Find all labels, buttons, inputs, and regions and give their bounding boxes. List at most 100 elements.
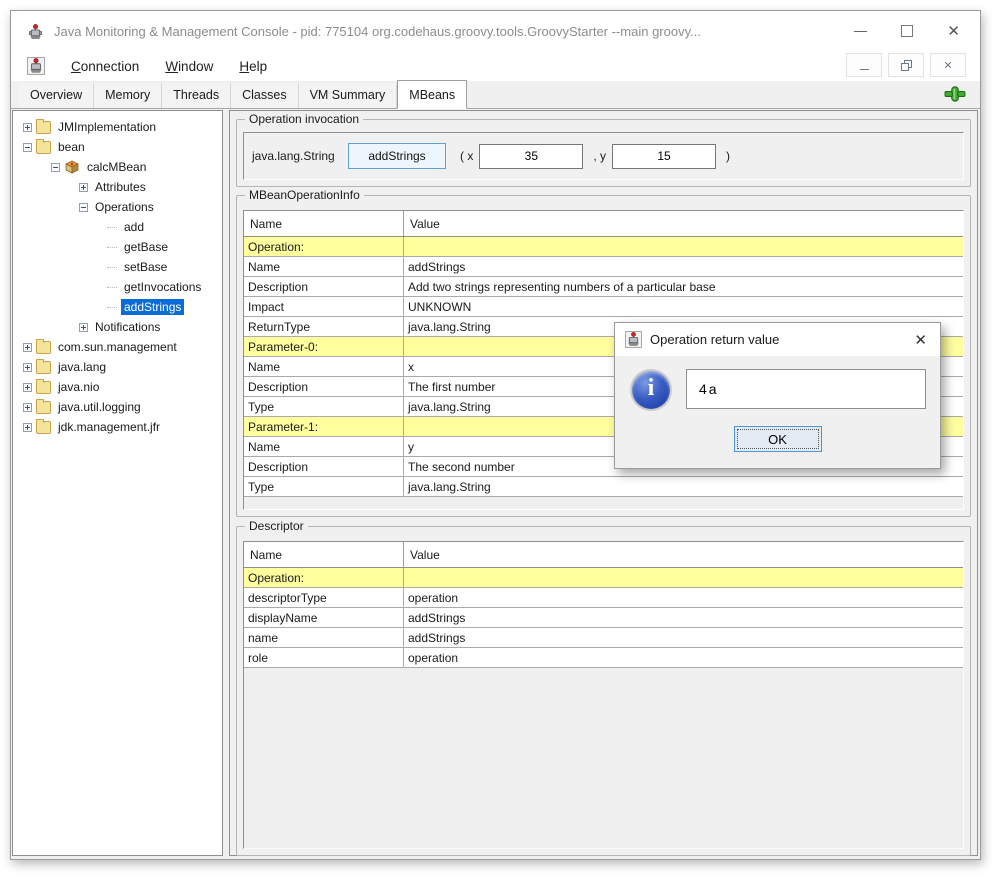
- dialog-title-bar: Operation return value ✕: [615, 323, 940, 356]
- close-icon[interactable]: ✕: [947, 24, 960, 39]
- tree-item-label: getInvocations: [121, 279, 204, 295]
- tree-item-java-nio[interactable]: java.nio: [13, 377, 222, 397]
- tab-threads[interactable]: Threads: [162, 83, 231, 108]
- tree-item-addstrings[interactable]: addStrings: [13, 297, 222, 317]
- tree-item-getbase[interactable]: getBase: [13, 237, 222, 257]
- collapse-icon[interactable]: [23, 143, 32, 152]
- tree-connector: [107, 307, 117, 308]
- tree-item-calcmbean[interactable]: calcMBean: [13, 157, 222, 177]
- cell-name: Type: [244, 397, 404, 416]
- tree-item-com-sun-management[interactable]: com.sun.management: [13, 337, 222, 357]
- tree-item-bean[interactable]: bean: [13, 137, 222, 157]
- cell-value: UNKNOWN: [404, 297, 963, 316]
- table-row[interactable]: Name addStrings: [244, 257, 963, 277]
- inner-close-button[interactable]: ✕: [930, 53, 966, 77]
- tree-connector: [107, 247, 117, 248]
- cell-value: [404, 568, 963, 587]
- column-header-name[interactable]: Name: [244, 542, 404, 567]
- param-x-input[interactable]: [479, 144, 583, 169]
- mbean-tree: JMImplementation bean calcMBean: [12, 110, 223, 856]
- cell-value: java.lang.String: [404, 477, 963, 496]
- table-row-section[interactable]: Operation:: [244, 237, 963, 257]
- minimize-icon[interactable]: [854, 31, 867, 32]
- menu-connection[interactable]: Connection: [71, 59, 139, 74]
- mbean-detail-pane: Operation invocation java.lang.String ad…: [229, 110, 978, 856]
- maximize-icon[interactable]: [901, 25, 913, 37]
- tree-connector: [107, 227, 117, 228]
- tab-mbeans[interactable]: MBeans: [397, 80, 467, 109]
- tree-item-jmimplementation[interactable]: JMImplementation: [13, 117, 222, 137]
- collapse-icon[interactable]: [51, 163, 60, 172]
- java-console-icon: [27, 23, 44, 40]
- table-row[interactable]: Description Add two strings representing…: [244, 277, 963, 297]
- open-paren-label: ( x: [460, 149, 473, 163]
- ok-button[interactable]: OK: [734, 426, 822, 452]
- inner-minimize-button[interactable]: [846, 53, 882, 77]
- table-row[interactable]: Type java.lang.String: [244, 477, 963, 497]
- menu-window[interactable]: Window: [165, 59, 213, 74]
- table-row[interactable]: name addStrings: [244, 628, 963, 648]
- cell-name: Type: [244, 477, 404, 496]
- title-bar: Java Monitoring & Management Console - p…: [11, 11, 980, 51]
- cell-value: addStrings: [404, 608, 963, 627]
- main-content: JMImplementation bean calcMBean: [11, 109, 980, 859]
- tree-item-java-lang[interactable]: java.lang: [13, 357, 222, 377]
- operation-return-value-dialog: Operation return value ✕ OK: [614, 322, 941, 469]
- table-row[interactable]: role operation: [244, 648, 963, 668]
- folder-icon: [36, 401, 51, 414]
- expand-icon[interactable]: [23, 123, 32, 132]
- menu-help[interactable]: Help: [239, 59, 267, 74]
- cell-name: role: [244, 648, 404, 667]
- tree-item-label: getBase: [121, 239, 171, 255]
- tree-item-attributes[interactable]: Attributes: [13, 177, 222, 197]
- tree-item-label: java.util.logging: [55, 399, 144, 415]
- column-header-value[interactable]: Value: [404, 542, 963, 567]
- table-row[interactable]: descriptorType operation: [244, 588, 963, 608]
- cell-name: Name: [244, 257, 404, 276]
- tab-overview[interactable]: Overview: [19, 83, 94, 108]
- expand-icon[interactable]: [79, 183, 88, 192]
- table-header: Name Value: [244, 542, 963, 568]
- param-y-input[interactable]: [612, 144, 716, 169]
- cell-value: addStrings: [404, 257, 963, 276]
- info-icon: [632, 371, 670, 409]
- descriptor-group: Descriptor Name Value Operation: descrip…: [236, 526, 971, 856]
- tree-item-getinvocations[interactable]: getInvocations: [13, 277, 222, 297]
- tree-item-operations[interactable]: Operations: [13, 197, 222, 217]
- tab-vm-summary[interactable]: VM Summary: [299, 83, 398, 108]
- table-row[interactable]: Impact UNKNOWN: [244, 297, 963, 317]
- group-title: MBeanOperationInfo: [245, 188, 364, 202]
- cell-name: Parameter-0:: [244, 337, 404, 356]
- cell-name: Name: [244, 437, 404, 456]
- cell-name: displayName: [244, 608, 404, 627]
- column-header-name[interactable]: Name: [244, 211, 404, 236]
- inner-restore-button[interactable]: [888, 53, 924, 77]
- cell-name: Impact: [244, 297, 404, 316]
- tree-item-label: bean: [55, 139, 88, 155]
- tree-item-label: java.nio: [55, 379, 102, 395]
- tree-item-setbase[interactable]: setBase: [13, 257, 222, 277]
- dialog-close-icon[interactable]: ✕: [914, 331, 927, 349]
- tree-item-java-util-logging[interactable]: java.util.logging: [13, 397, 222, 417]
- expand-icon[interactable]: [23, 383, 32, 392]
- table-row[interactable]: displayName addStrings: [244, 608, 963, 628]
- cell-name: name: [244, 628, 404, 647]
- expand-icon[interactable]: [23, 423, 32, 432]
- collapse-icon[interactable]: [79, 203, 88, 212]
- table-row-section[interactable]: Operation:: [244, 568, 963, 588]
- expand-icon[interactable]: [23, 403, 32, 412]
- tab-classes[interactable]: Classes: [231, 83, 298, 108]
- cell-name: ReturnType: [244, 317, 404, 336]
- tree-item-jdk-management-jfr[interactable]: jdk.management.jfr: [13, 417, 222, 437]
- expand-icon[interactable]: [79, 323, 88, 332]
- dialog-body: OK: [615, 356, 940, 469]
- expand-icon[interactable]: [23, 343, 32, 352]
- invoke-addstrings-button[interactable]: addStrings: [348, 143, 446, 169]
- tree-item-add[interactable]: add: [13, 217, 222, 237]
- return-value-field[interactable]: [686, 369, 926, 409]
- column-header-value[interactable]: Value: [404, 211, 963, 236]
- tab-memory[interactable]: Memory: [94, 83, 162, 108]
- tree-item-notifications[interactable]: Notifications: [13, 317, 222, 337]
- expand-icon[interactable]: [23, 363, 32, 372]
- tab-bar: Overview Memory Threads Classes VM Summa…: [11, 81, 980, 109]
